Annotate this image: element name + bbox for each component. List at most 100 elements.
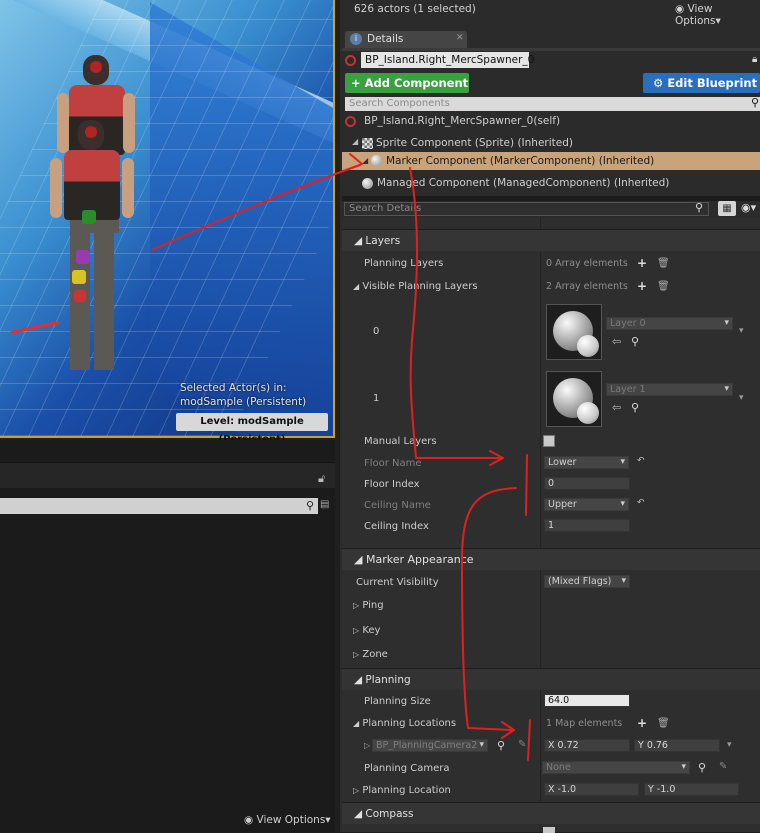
- trash-icon[interactable]: 🗑︎: [657, 281, 670, 292]
- plus-icon: +: [351, 76, 361, 90]
- floor-name-dropdown[interactable]: Lower: [544, 456, 629, 469]
- chevron-down-icon[interactable]: ▾: [727, 740, 732, 750]
- prop-current-visibility: Current Visibility: [356, 577, 439, 588]
- key-label: Key: [362, 625, 381, 636]
- lock-icon[interactable]: 🔒︎: [752, 54, 757, 65]
- expand-arrow-icon: ▷: [353, 626, 360, 635]
- component-row-sprite[interactable]: Sprite Component (Sprite) (Inherited): [342, 135, 760, 152]
- browse-search-icon[interactable]: ⚲: [631, 401, 639, 414]
- manual-layers-checkbox[interactable]: [543, 435, 555, 447]
- ceiling-name-dropdown[interactable]: Upper: [544, 498, 629, 511]
- save-icon[interactable]: ▤: [320, 499, 332, 512]
- expand-arrow-icon[interactable]: ◢: [362, 156, 368, 165]
- tab-details[interactable]: Details: [345, 31, 467, 48]
- chevron-down-icon[interactable]: ▾: [739, 393, 744, 403]
- floor-index-field[interactable]: 0: [544, 477, 630, 490]
- edit-blueprint-button[interactable]: ⚙ Edit Blueprint ▾: [643, 73, 760, 110]
- prop-planning-locations[interactable]: ◢ Planning Locations: [353, 718, 456, 729]
- asset-thumbnail[interactable]: [546, 304, 602, 360]
- component-row-self[interactable]: BP_Island.Right_MercSpawner_0(self): [342, 113, 760, 130]
- planning-camera-dropdown[interactable]: None: [542, 761, 690, 774]
- browse-search-icon[interactable]: ⚲: [631, 335, 639, 348]
- planning-location-y-field[interactable]: Y -1.0: [644, 783, 739, 796]
- planning-size-field[interactable]: 64.0: [544, 694, 630, 707]
- component-row-marker[interactable]: Marker Component (MarkerComponent) (Inhe…: [342, 152, 760, 170]
- expand-arrow-icon: ▷: [353, 650, 360, 659]
- prop-key[interactable]: ▷ Key: [353, 625, 380, 636]
- search-details-input[interactable]: Search Details: [344, 202, 709, 216]
- compass-checkbox[interactable]: [543, 827, 555, 833]
- component-row-managed[interactable]: Managed Component (ManagedComponent) (In…: [342, 175, 760, 192]
- trash-icon[interactable]: 🗑︎: [657, 258, 670, 269]
- expand-arrow-icon[interactable]: ▷: [364, 741, 370, 750]
- use-selected-arrow-icon[interactable]: ⇦: [612, 335, 621, 348]
- soldier-head: [78, 120, 104, 150]
- array-index-1: 1: [373, 393, 380, 404]
- prop-planning-layers: Planning Layers: [364, 258, 444, 269]
- column-divider[interactable]: [540, 218, 541, 832]
- category-label: Marker Appearance: [365, 553, 474, 566]
- use-selected-arrow-icon[interactable]: ⇦: [612, 401, 621, 414]
- map-key-dropdown[interactable]: BP_PlanningCamera2: [372, 739, 488, 752]
- planning-location-x-field[interactable]: X -1.0: [544, 783, 639, 796]
- category-label: Compass: [365, 808, 414, 820]
- transform-gizmo-red[interactable]: [74, 290, 86, 302]
- close-icon[interactable]: ✕: [456, 33, 464, 43]
- soldier-head: [83, 55, 109, 85]
- prop-visible-planning-layers[interactable]: ◢ Visible Planning Layers: [353, 281, 478, 292]
- picker-icon[interactable]: ✎: [518, 739, 526, 750]
- add-element-button[interactable]: +: [637, 256, 647, 270]
- soldier-arm: [50, 158, 62, 218]
- add-component-button[interactable]: + Add Component ▾: [345, 73, 469, 110]
- add-element-button[interactable]: +: [637, 716, 647, 730]
- entry-y-field[interactable]: Y 0.76: [634, 739, 720, 752]
- entry-x-field[interactable]: X 0.72: [544, 739, 630, 752]
- actor-name-field[interactable]: BP_Island.Right_MercSpawner_0: [361, 52, 534, 68]
- category-planning[interactable]: ◢ Planning: [342, 668, 760, 690]
- chevron-down-icon[interactable]: ▾: [739, 326, 744, 336]
- chevron-down-icon: ▾: [325, 814, 331, 826]
- reset-arrow-icon[interactable]: ↶: [637, 456, 645, 466]
- asset-thumbnail[interactable]: [546, 371, 602, 427]
- actor-icon: [345, 116, 356, 127]
- soldier-model-selected[interactable]: [50, 120, 134, 380]
- picker-icon[interactable]: ✎: [719, 761, 727, 772]
- grid-view-icon[interactable]: ▦: [718, 201, 736, 216]
- browse-search-icon[interactable]: ⚲: [698, 761, 706, 774]
- current-visibility-dropdown[interactable]: (Mixed Flags): [544, 575, 630, 588]
- search-icon[interactable]: ⚲: [302, 498, 318, 514]
- ceiling-index-field[interactable]: 1: [544, 519, 630, 532]
- add-element-button[interactable]: +: [637, 279, 647, 293]
- browse-search-icon[interactable]: ⚲: [497, 739, 505, 752]
- lock-icon[interactable]: 🔓︎: [318, 472, 325, 486]
- component-label: Marker Component (MarkerComponent) (Inhe…: [386, 155, 655, 167]
- prop-ping[interactable]: ▷ Ping: [353, 600, 384, 611]
- add-component-label: Add Component: [364, 76, 469, 90]
- prop-floor-name: Floor Name: [364, 458, 422, 469]
- trash-icon[interactable]: 🗑︎: [657, 718, 670, 729]
- view-options-button-bottom[interactable]: ◉ View Options▾: [244, 814, 331, 826]
- search-components-input[interactable]: Search Components: [345, 97, 760, 111]
- prop-ceiling-index: Ceiling Index: [364, 521, 429, 532]
- visible-planning-layers-label: Visible Planning Layers: [362, 281, 478, 292]
- prop-planning-location[interactable]: ▷ Planning Location: [353, 785, 451, 796]
- category-marker-appearance[interactable]: ◢ Marker Appearance: [342, 548, 760, 570]
- search-icon[interactable]: ⚲: [695, 201, 703, 214]
- transform-gizmo-purple[interactable]: [76, 250, 90, 264]
- level-viewport[interactable]: Selected Actor(s) in: modSample (Persist…: [0, 0, 335, 438]
- layer-1-dropdown[interactable]: Layer 1: [606, 383, 733, 396]
- reset-arrow-icon[interactable]: ↶: [637, 498, 645, 508]
- view-options-button[interactable]: ◉ View Options▾: [675, 3, 760, 27]
- category-compass[interactable]: ◢ Compass: [342, 802, 760, 824]
- eye-icon[interactable]: ◉▾: [741, 201, 756, 214]
- prop-zone[interactable]: ▷ Zone: [353, 649, 388, 660]
- transform-gizmo-yellow[interactable]: [72, 270, 86, 284]
- search-icon[interactable]: ⚲: [751, 96, 759, 109]
- layer-0-dropdown[interactable]: Layer 0: [606, 317, 733, 330]
- expand-arrow-icon[interactable]: ◢: [352, 137, 358, 146]
- component-label: Sprite Component (Sprite) (Inherited): [376, 137, 573, 149]
- transform-gizmo-green[interactable]: [82, 210, 96, 224]
- content-search-input[interactable]: [0, 498, 318, 514]
- planning-location-label: Planning Location: [362, 785, 451, 796]
- category-layers[interactable]: ◢ Layers: [342, 229, 760, 251]
